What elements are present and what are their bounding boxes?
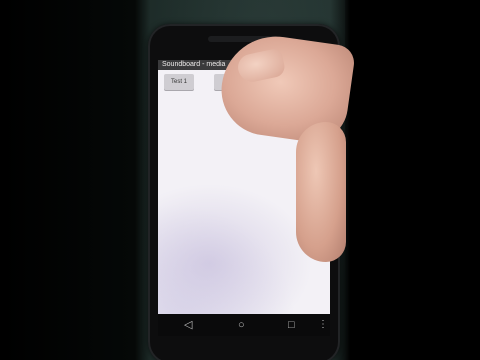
back-icon[interactable]: ◁ bbox=[184, 318, 192, 332]
overflow-menu-icon[interactable]: ⋮ bbox=[318, 318, 328, 332]
thumb bbox=[296, 122, 346, 262]
app-title: Soundboard - media bbox=[162, 61, 226, 68]
navigation-bar: ◁ ○ □ ⋮ bbox=[158, 314, 330, 336]
photo-scene: Soundboard - media Test 1 Intro ◁ ○ □ ⋮ bbox=[0, 0, 480, 360]
recent-apps-icon[interactable]: □ bbox=[288, 318, 295, 332]
home-icon[interactable]: ○ bbox=[238, 318, 245, 332]
test-1-button[interactable]: Test 1 bbox=[164, 74, 194, 90]
